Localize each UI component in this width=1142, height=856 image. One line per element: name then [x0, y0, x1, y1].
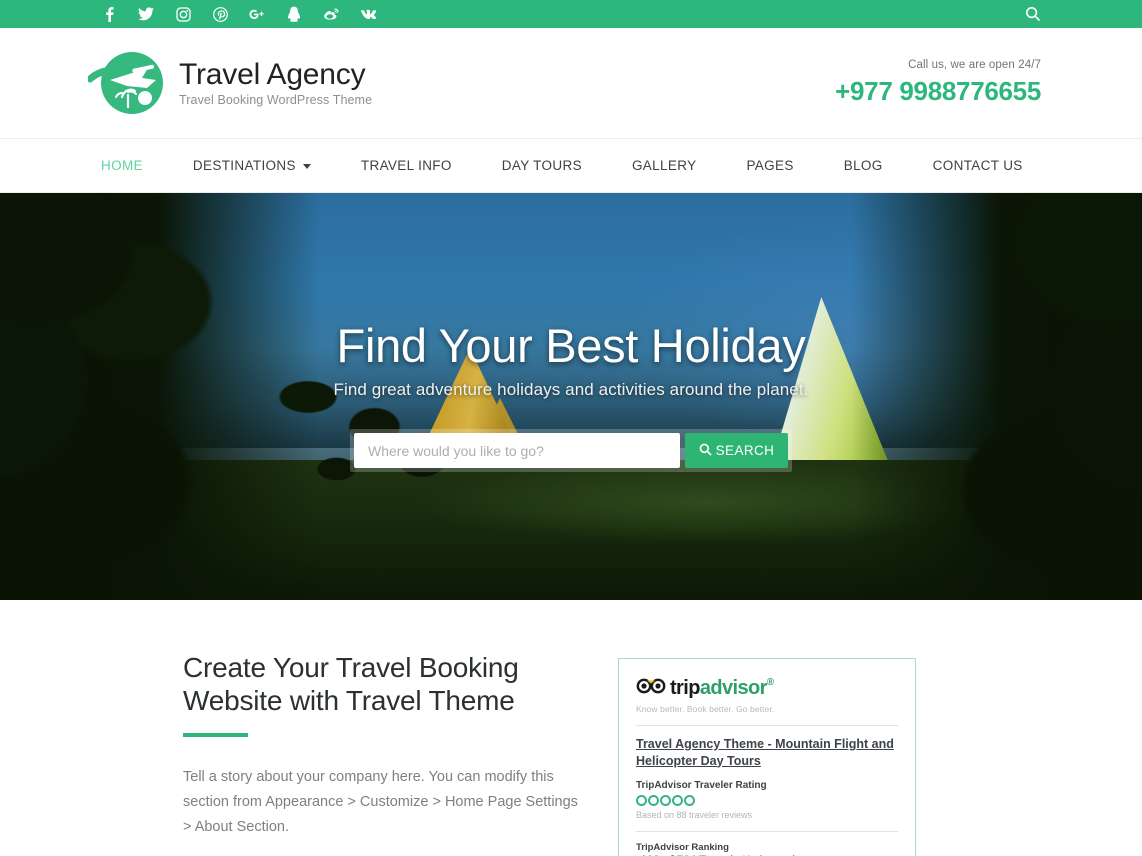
divider — [636, 831, 898, 832]
nav-item-destinations[interactable]: DESTINATIONS — [168, 158, 336, 173]
top-social-bar — [0, 0, 1142, 28]
registered-mark: ® — [766, 677, 774, 688]
qq-icon[interactable] — [286, 6, 302, 22]
top-search-icon[interactable] — [1025, 6, 1041, 22]
site-branding[interactable]: Travel Agency Travel Booking WordPress T… — [88, 52, 373, 114]
pinterest-icon[interactable] — [212, 6, 228, 22]
nav-label: HOME — [101, 158, 143, 173]
tripadvisor-brand-second: advisor — [699, 677, 768, 699]
nav-item-gallery[interactable]: GALLERY — [607, 158, 722, 173]
divider — [636, 725, 898, 726]
search-button-label: SEARCH — [715, 443, 775, 458]
nav-item-blog[interactable]: BLOG — [819, 158, 908, 173]
nav-label: DAY TOURS — [501, 158, 582, 173]
google-plus-icon[interactable] — [249, 6, 265, 22]
rating-bubble — [660, 795, 671, 806]
hero-search-form: SEARCH — [350, 429, 792, 472]
tripadvisor-owl-icon — [636, 677, 666, 700]
phone-number[interactable]: +977 9988776655 — [835, 76, 1041, 107]
nav-item-travel-info[interactable]: TRAVEL INFO — [336, 158, 477, 173]
heading-accent-rule — [183, 732, 248, 737]
about-text-column: Create Your Travel Booking Website with … — [101, 652, 583, 856]
social-links — [101, 6, 376, 22]
chevron-down-icon — [302, 164, 311, 169]
nav-item-contact-us[interactable]: CONTACT US — [908, 158, 1048, 173]
nav-label: BLOG — [843, 158, 883, 173]
hero-subtitle: Find great adventure holidays and activi… — [333, 380, 809, 399]
rating-bubble — [672, 795, 683, 806]
nav-label: DESTINATIONS — [192, 158, 296, 173]
tripadvisor-widget: tripadvisor® Know better. Book better. G… — [618, 658, 916, 856]
facebook-icon[interactable] — [101, 6, 117, 22]
instagram-icon[interactable] — [175, 6, 191, 22]
tripadvisor-rating-label: TripAdvisor Traveler Rating — [636, 780, 767, 791]
tripadvisor-logo[interactable]: tripadvisor® — [636, 677, 898, 700]
tripadvisor-column: tripadvisor® Know better. Book better. G… — [618, 652, 1041, 856]
tripadvisor-tagline: Know better. Book better. Go better. — [636, 704, 775, 714]
tripadvisor-rating-bubbles — [636, 795, 898, 806]
nav-item-home[interactable]: HOME — [101, 158, 168, 173]
nav-item-day-tours[interactable]: DAY TOURS — [477, 158, 607, 173]
nav-item-pages[interactable]: PAGES — [721, 158, 818, 173]
rating-bubble — [636, 795, 647, 806]
rating-bubble — [648, 795, 659, 806]
twitter-icon[interactable] — [138, 6, 154, 22]
about-section: Create Your Travel Booking Website with … — [0, 600, 1142, 856]
nav-label: GALLERY — [631, 158, 697, 173]
travel-agency-logo-icon — [88, 52, 163, 114]
contact-block: Call us, we are open 24/7 +977 998877665… — [835, 59, 1041, 107]
nav-label: CONTACT US — [932, 158, 1023, 173]
tripadvisor-brand-first: trip — [670, 677, 700, 699]
site-header: Travel Agency Travel Booking WordPress T… — [0, 28, 1142, 138]
main-navigation: HOME DESTINATIONS TRAVEL INFO DAY TOURS … — [0, 138, 1142, 193]
about-heading: Create Your Travel Booking Website with … — [183, 652, 519, 716]
tripadvisor-listing-link[interactable]: Travel Agency Theme - Mountain Flight an… — [636, 736, 898, 769]
tripadvisor-ranking-label: TripAdvisor Ranking — [636, 842, 729, 853]
search-icon — [699, 443, 712, 459]
search-button[interactable]: SEARCH — [685, 433, 788, 468]
nav-label: TRAVEL INFO — [360, 158, 452, 173]
hero-title: Find Your Best Holiday — [336, 319, 806, 372]
site-tagline: Travel Booking WordPress Theme — [179, 93, 373, 108]
nav-list: HOME DESTINATIONS TRAVEL INFO DAY TOURS … — [101, 158, 1048, 173]
weibo-icon[interactable] — [323, 6, 339, 22]
hero-content: Find Your Best Holiday Find great advent… — [0, 193, 1142, 472]
about-paragraph-1: Tell a story about your company here. Yo… — [183, 768, 578, 835]
site-title: Travel Agency — [179, 57, 366, 91]
tripadvisor-review-count: Based on 88 traveler reviews — [636, 810, 753, 820]
hero-banner: Find Your Best Holiday Find great advent… — [0, 193, 1142, 600]
call-label: Call us, we are open 24/7 — [908, 59, 1041, 71]
search-input[interactable] — [354, 433, 680, 468]
vk-icon[interactable] — [360, 6, 376, 22]
rating-bubble — [684, 795, 695, 806]
nav-label: PAGES — [746, 158, 794, 173]
